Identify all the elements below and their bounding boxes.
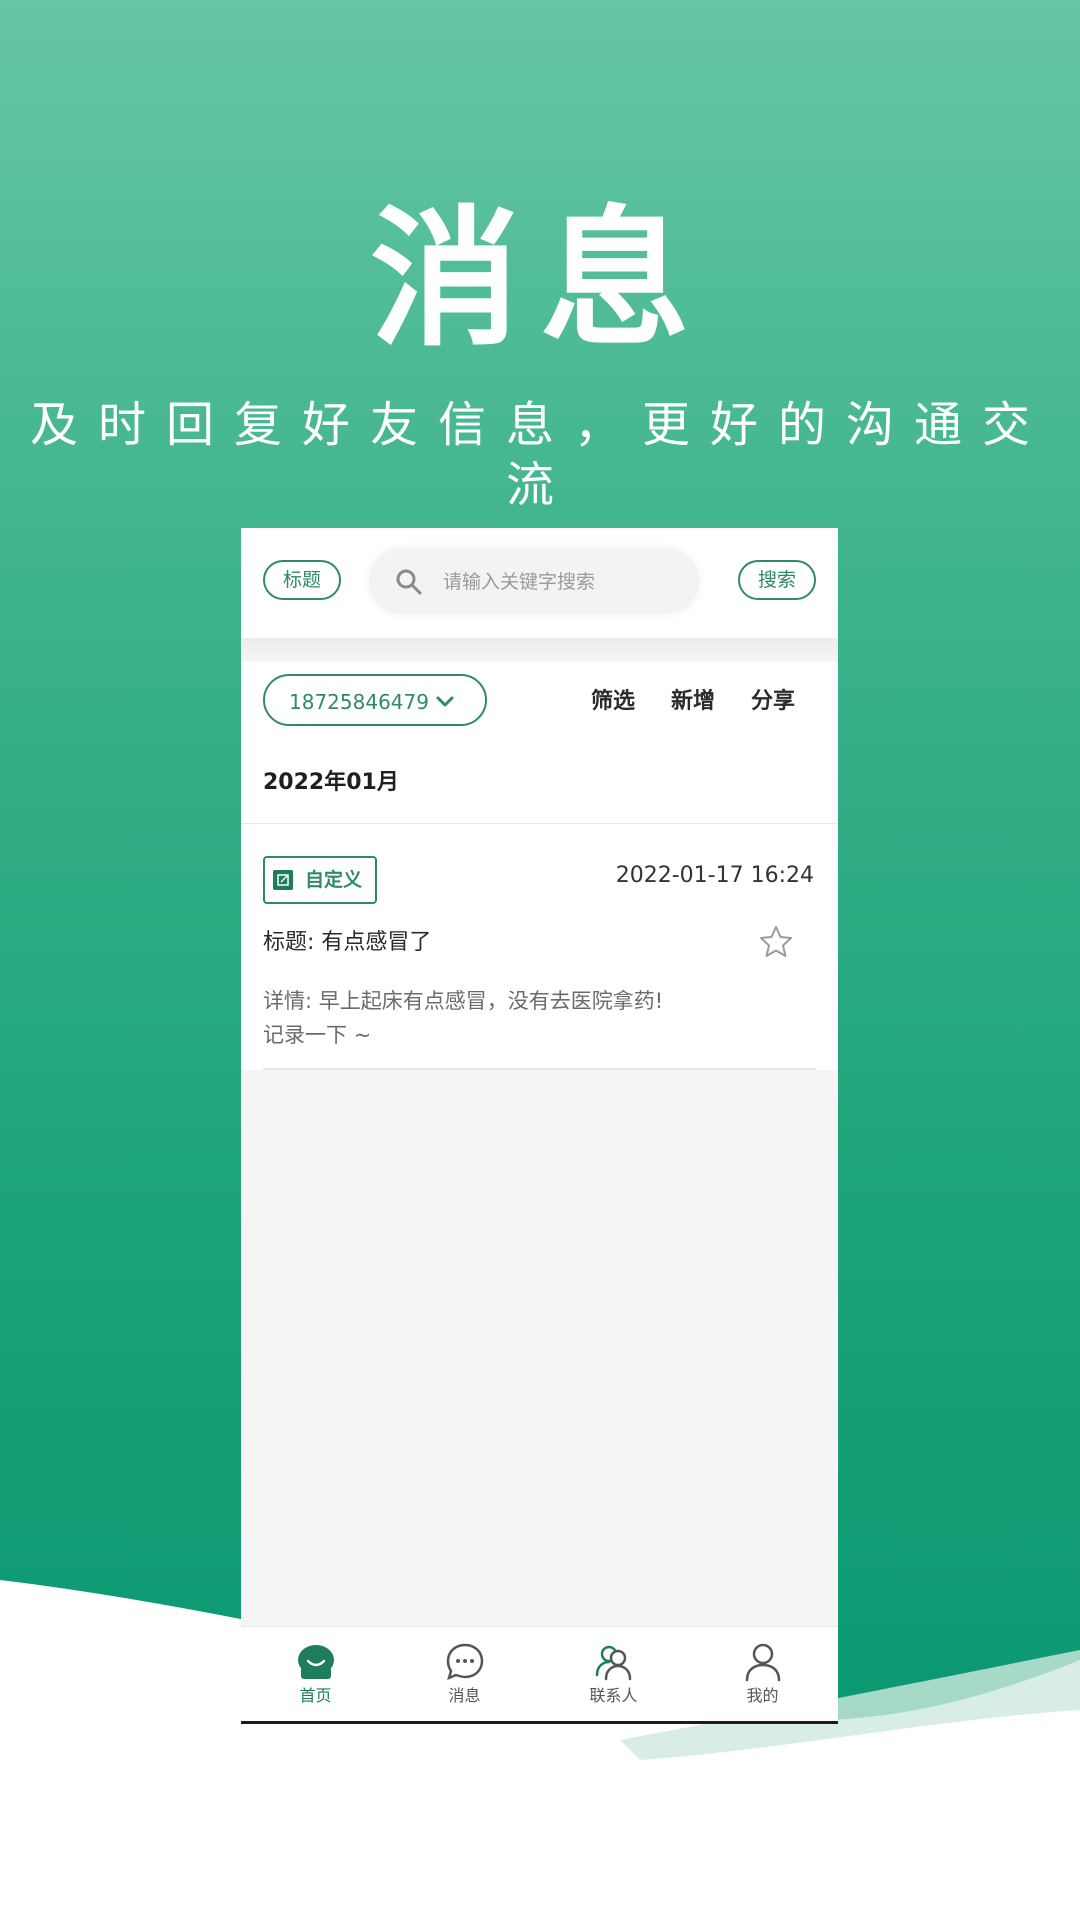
tab-message-label: 消息 [448, 1686, 481, 1705]
phone-select[interactable]: 18725846479 [263, 674, 487, 726]
divider [241, 638, 838, 662]
chevron-down-icon [436, 696, 454, 707]
message-icon [446, 1643, 483, 1681]
share-button[interactable]: 分享 [751, 688, 795, 716]
tab-profile[interactable]: 我的 [688, 1627, 837, 1721]
card-divider [263, 1068, 816, 1070]
tab-profile-label: 我的 [746, 1686, 779, 1705]
month-label: 2022年01月 [263, 770, 399, 795]
tab-contacts-label: 联系人 [589, 1686, 638, 1705]
search-input[interactable]: 请输入关键字搜索 [369, 548, 699, 614]
entry-datetime: 2022-01-17 16:24 [615, 863, 814, 888]
entry-title: 标题: 有点感冒了 [263, 930, 432, 955]
edit-icon [273, 870, 293, 890]
title-filter-button[interactable]: 标题 [263, 560, 342, 600]
home-icon [297, 1645, 334, 1679]
search-bar: 标题 请输入关键字搜索 搜索 [241, 528, 838, 638]
phone-select-value: 18725846479 [289, 690, 429, 714]
search-icon [396, 569, 422, 595]
tab-bar: 首页 消息 联系人 我的 [241, 1626, 838, 1721]
entry-card[interactable]: 自定义 2022-01-17 16:24 标题: 有点感冒了 详情: 早上起床有… [241, 824, 838, 1070]
add-button[interactable]: 新增 [671, 688, 715, 716]
category-tag-label: 自定义 [305, 869, 363, 891]
tab-home-label: 首页 [299, 1686, 332, 1705]
profile-icon [745, 1643, 780, 1682]
search-placeholder: 请输入关键字搜索 [443, 571, 596, 593]
phone-screen: 标题 请输入关键字搜索 搜索 18725846479 筛选 新增 分享 2022… [241, 528, 838, 1724]
tab-message[interactable]: 消息 [390, 1627, 539, 1721]
filter-button[interactable]: 筛选 [591, 688, 635, 716]
category-tag: 自定义 [263, 856, 377, 904]
filter-row: 18725846479 筛选 新增 分享 [241, 662, 838, 744]
star-icon[interactable] [758, 924, 794, 960]
tab-home[interactable]: 首页 [241, 1627, 390, 1721]
entry-detail: 详情: 早上起床有点感冒，没有去医院拿药! 记录一下 ~ [263, 989, 664, 1047]
tab-contacts[interactable]: 联系人 [539, 1627, 688, 1721]
contacts-icon [595, 1645, 631, 1681]
hero-title: 消息 [369, 193, 710, 367]
hero-subtitle: 及时回复好友信息，更好的沟通交流 [29, 397, 1050, 513]
month-header: 2022年01月 [241, 744, 838, 824]
search-button[interactable]: 搜索 [737, 560, 816, 600]
